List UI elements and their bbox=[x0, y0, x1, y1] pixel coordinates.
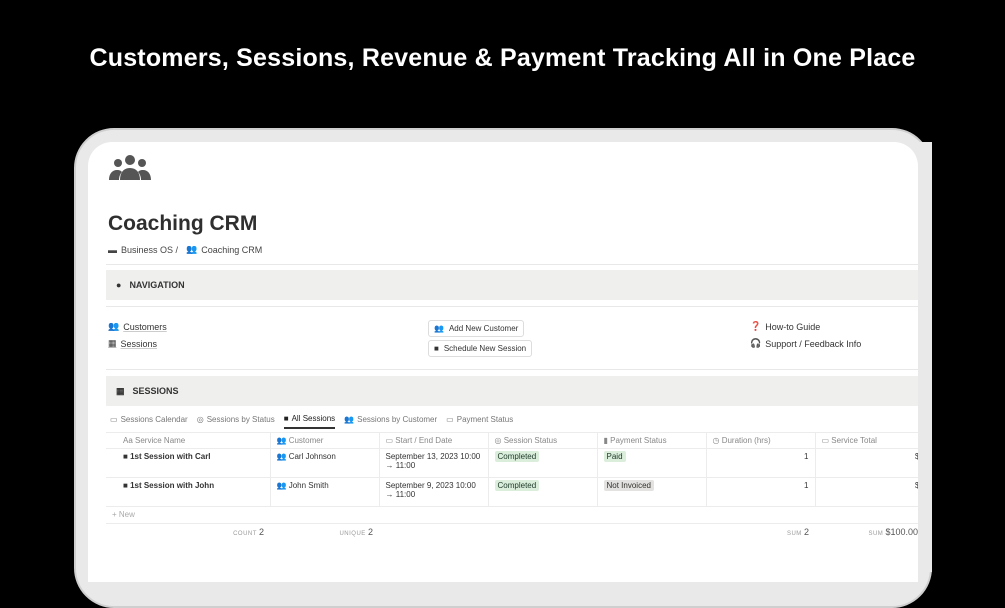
customer-cell[interactable]: 👥 Carl Johnson bbox=[269, 448, 380, 478]
sessions-heading: SESSIONS bbox=[132, 386, 179, 396]
col-service-name[interactable]: Aa Service Name bbox=[106, 432, 271, 449]
headphones-icon: 🎧 bbox=[750, 338, 762, 348]
col-payment-status[interactable]: ▮ Payment Status bbox=[596, 432, 707, 449]
breadcrumb-business-os[interactable]: Business OS / bbox=[121, 245, 178, 255]
service-total-cell[interactable]: $50.00 bbox=[814, 448, 918, 478]
tab-sessions-calendar[interactable]: ▭ Sessions Calendar bbox=[110, 414, 188, 429]
customers-icon: 👥 bbox=[108, 321, 120, 331]
date-cell[interactable]: September 9, 2023 10:00 → 11:00 bbox=[378, 477, 489, 507]
breadcrumb: ▬ Business OS / 👥 Coaching CRM bbox=[108, 244, 262, 255]
tab-sessions-by-status[interactable]: ◎ Sessions by Status bbox=[197, 414, 275, 429]
briefcase-icon: ■ bbox=[283, 414, 289, 423]
people-icon: 👥 bbox=[434, 324, 444, 333]
tab-all-sessions[interactable]: ■ All Sessions bbox=[283, 414, 336, 429]
navigation-header: ● NAVIGATION bbox=[106, 270, 918, 300]
unique-footer[interactable]: UNIQUE 2 bbox=[270, 524, 379, 553]
tablet-bezel-right bbox=[918, 142, 932, 572]
status-icon: ◎ bbox=[196, 415, 204, 424]
schedule-new-session-button[interactable]: ■ Schedule New Session bbox=[428, 340, 533, 357]
link-support-feedback[interactable]: 🎧 Support / Feedback Info bbox=[750, 338, 861, 349]
headline: Customers, Sessions, Revenue & Payment T… bbox=[89, 44, 916, 72]
people-group-icon bbox=[109, 155, 151, 180]
notion-page: Coaching CRM ▬ Business OS / 👥 Coaching CR… bbox=[88, 142, 918, 582]
session-status-cell[interactable]: Completed bbox=[487, 448, 598, 478]
link-sessions[interactable]: ▦ Sessions bbox=[108, 338, 157, 349]
view-tabs: ▭ Sessions Calendar ◎ Sessions by Status ■… bbox=[110, 414, 513, 429]
table-header: Aa Service Name 👥 Customer ▭ Start / End… bbox=[106, 432, 918, 449]
breadcrumb-coaching-crm[interactable]: Coaching CRM bbox=[201, 245, 262, 255]
col-date[interactable]: ▭ Start / End Date bbox=[378, 432, 489, 449]
laptop-icon: ▬ bbox=[108, 244, 117, 255]
divider bbox=[106, 306, 918, 307]
col-service-total[interactable]: ▭ Service Total bbox=[814, 432, 918, 449]
table-row: ■ 1st Session with John 👥 John Smith Sep… bbox=[106, 477, 918, 507]
calendar-icon: ▭ bbox=[110, 415, 118, 424]
payment-status-cell[interactable]: Not Invoiced bbox=[596, 477, 707, 507]
customer-cell[interactable]: 👥 John Smith bbox=[269, 477, 380, 507]
service-name-cell[interactable]: ■ 1st Session with Carl bbox=[106, 448, 271, 478]
page-title: Coaching CRM bbox=[108, 212, 258, 235]
compass-icon: ● bbox=[116, 280, 122, 290]
briefcase-icon: ■ bbox=[434, 344, 439, 353]
people-icon: 👥 bbox=[344, 415, 355, 424]
question-icon: ❓ bbox=[750, 321, 762, 331]
sessions-table: Aa Service Name 👥 Customer ▭ Start / End… bbox=[106, 432, 918, 553]
service-total-cell[interactable]: $50.00 bbox=[814, 477, 918, 507]
duration-cell[interactable]: 1 bbox=[705, 477, 816, 507]
people-icon: 👥 bbox=[186, 244, 198, 254]
date-cell[interactable]: September 13, 2023 10:00 → 11:00 bbox=[378, 448, 489, 478]
col-session-status[interactable]: ◎ Session Status bbox=[487, 432, 598, 449]
col-customer[interactable]: 👥 Customer bbox=[269, 432, 380, 449]
calendar-icon: ▦ bbox=[116, 385, 125, 396]
sum-duration-footer[interactable]: SUM 2 bbox=[706, 524, 815, 553]
divider bbox=[106, 369, 918, 370]
col-duration[interactable]: ◷ Duration (hrs) bbox=[705, 432, 816, 449]
table-row: ■ 1st Session with Carl 👥 Carl Johnson S… bbox=[106, 448, 918, 478]
add-new-customer-button[interactable]: 👥 Add New Customer bbox=[428, 320, 525, 337]
link-how-to-guide[interactable]: ❓ How-to Guide bbox=[750, 321, 820, 332]
navigation-heading: NAVIGATION bbox=[129, 280, 185, 290]
sessions-header: ▦ SESSIONS bbox=[106, 376, 918, 406]
tab-payment-status[interactable]: ▭ Payment Status bbox=[446, 414, 513, 429]
calendar-icon: ▦ bbox=[108, 338, 117, 348]
payment-status-cell[interactable]: Paid bbox=[596, 448, 707, 478]
session-status-cell[interactable]: Completed bbox=[487, 477, 598, 507]
link-customers[interactable]: 👥 Customers bbox=[108, 321, 167, 332]
service-name-cell[interactable]: ■ 1st Session with John bbox=[106, 477, 271, 507]
sum-total-footer[interactable]: SUM $100.00 bbox=[815, 524, 918, 553]
new-row-button[interactable]: + New bbox=[106, 506, 918, 524]
count-footer[interactable]: COUNT 2 bbox=[106, 524, 270, 553]
duration-cell[interactable]: 1 bbox=[705, 448, 816, 478]
tab-sessions-by-customer[interactable]: 👥 Sessions by Customer bbox=[344, 414, 437, 429]
money-icon: ▭ bbox=[446, 415, 454, 424]
divider bbox=[106, 264, 918, 265]
